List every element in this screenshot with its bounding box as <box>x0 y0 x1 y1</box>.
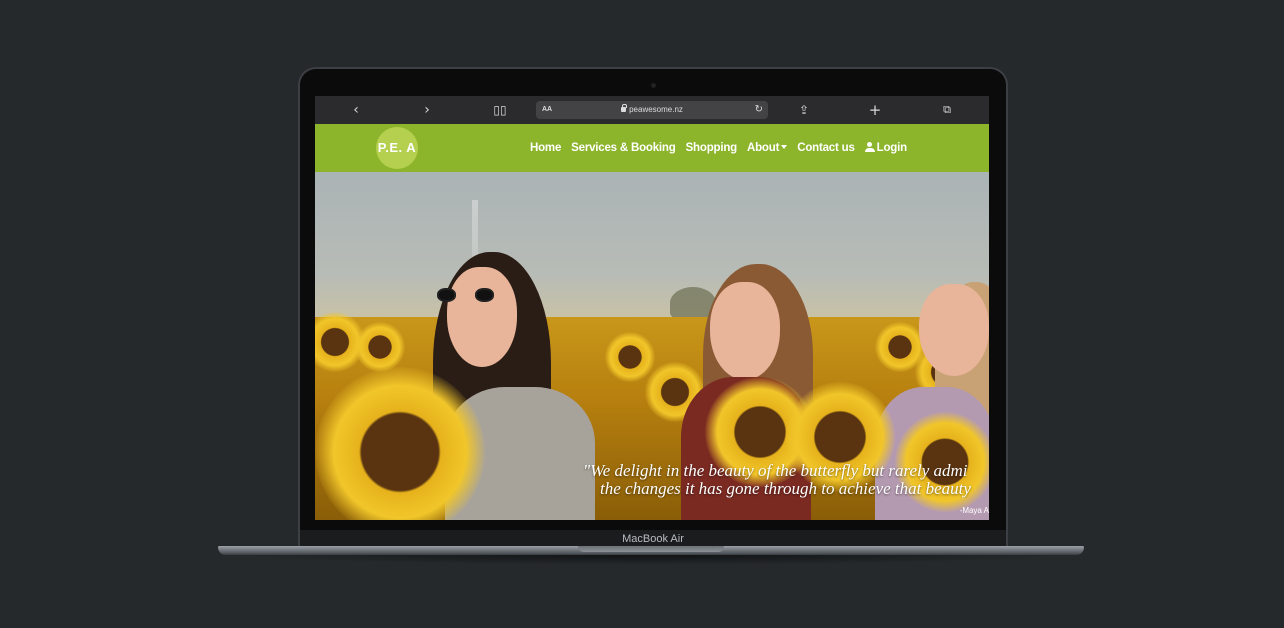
quote-line-2: the changes it has gone through to achie… <box>600 479 971 498</box>
model-label: MacBook Air <box>622 533 684 545</box>
plus-icon[interactable]: + <box>863 96 887 124</box>
person-face <box>919 284 989 376</box>
laptop-lid: ‹ › ▯▯ AA peawesome.nz ↻ ⇪ + ⧉ P.E. A Ho… <box>298 67 1008 549</box>
url-text: peawesome.nz <box>629 105 683 114</box>
nav-login-label: Login <box>876 142 907 154</box>
share-icon[interactable]: ⇪ <box>792 96 816 124</box>
site-header: P.E. A Home Services & Booking Shopping … <box>315 124 989 172</box>
camera-dot <box>651 83 656 88</box>
tabs-icon[interactable]: ⧉ <box>935 96 959 124</box>
person-face <box>447 267 517 367</box>
person-face <box>710 282 780 380</box>
address-bar[interactable]: AA peawesome.nz ↻ <box>536 101 768 119</box>
quote-author: -Maya A <box>959 506 989 515</box>
hero-sky <box>315 172 989 320</box>
sunflower <box>605 332 655 382</box>
chevron-right-icon[interactable]: › <box>415 96 439 124</box>
base-notch <box>578 546 724 552</box>
browser-toolbar: ‹ › ▯▯ AA peawesome.nz ↻ ⇪ + ⧉ <box>315 96 989 124</box>
quote-line-1: "We delight in the beauty of the butterf… <box>583 462 968 480</box>
nav-about[interactable]: About <box>747 142 788 154</box>
chevron-left-icon[interactable]: ‹ <box>344 96 368 124</box>
caret-down-icon <box>781 145 788 149</box>
laptop-screen: ‹ › ▯▯ AA peawesome.nz ↻ ⇪ + ⧉ P.E. A Ho… <box>315 96 989 520</box>
hero-image: "We delight in the beauty of the butterf… <box>315 172 989 520</box>
nav-login[interactable]: Login <box>864 142 907 154</box>
reload-icon[interactable]: ↻ <box>755 101 763 119</box>
nav-services-booking[interactable]: Services & Booking <box>571 142 676 154</box>
site-logo[interactable]: P.E. A <box>376 127 418 169</box>
nav-shopping[interactable]: Shopping <box>686 142 738 154</box>
nav-about-label: About <box>747 142 780 154</box>
hero-quote: "We delight in the beauty of the butterf… <box>559 462 989 498</box>
nav-home[interactable]: Home <box>530 142 561 154</box>
main-nav: Home Services & Booking Shopping About C… <box>530 124 907 172</box>
sunglasses <box>437 288 507 302</box>
sunflower <box>355 322 405 372</box>
nav-contact[interactable]: Contact us <box>797 142 855 154</box>
user-icon <box>864 142 875 152</box>
laptop-base <box>218 546 1084 555</box>
base-shadow <box>240 555 1062 565</box>
book-icon[interactable]: ▯▯ <box>488 96 512 124</box>
lock-icon <box>621 104 627 112</box>
